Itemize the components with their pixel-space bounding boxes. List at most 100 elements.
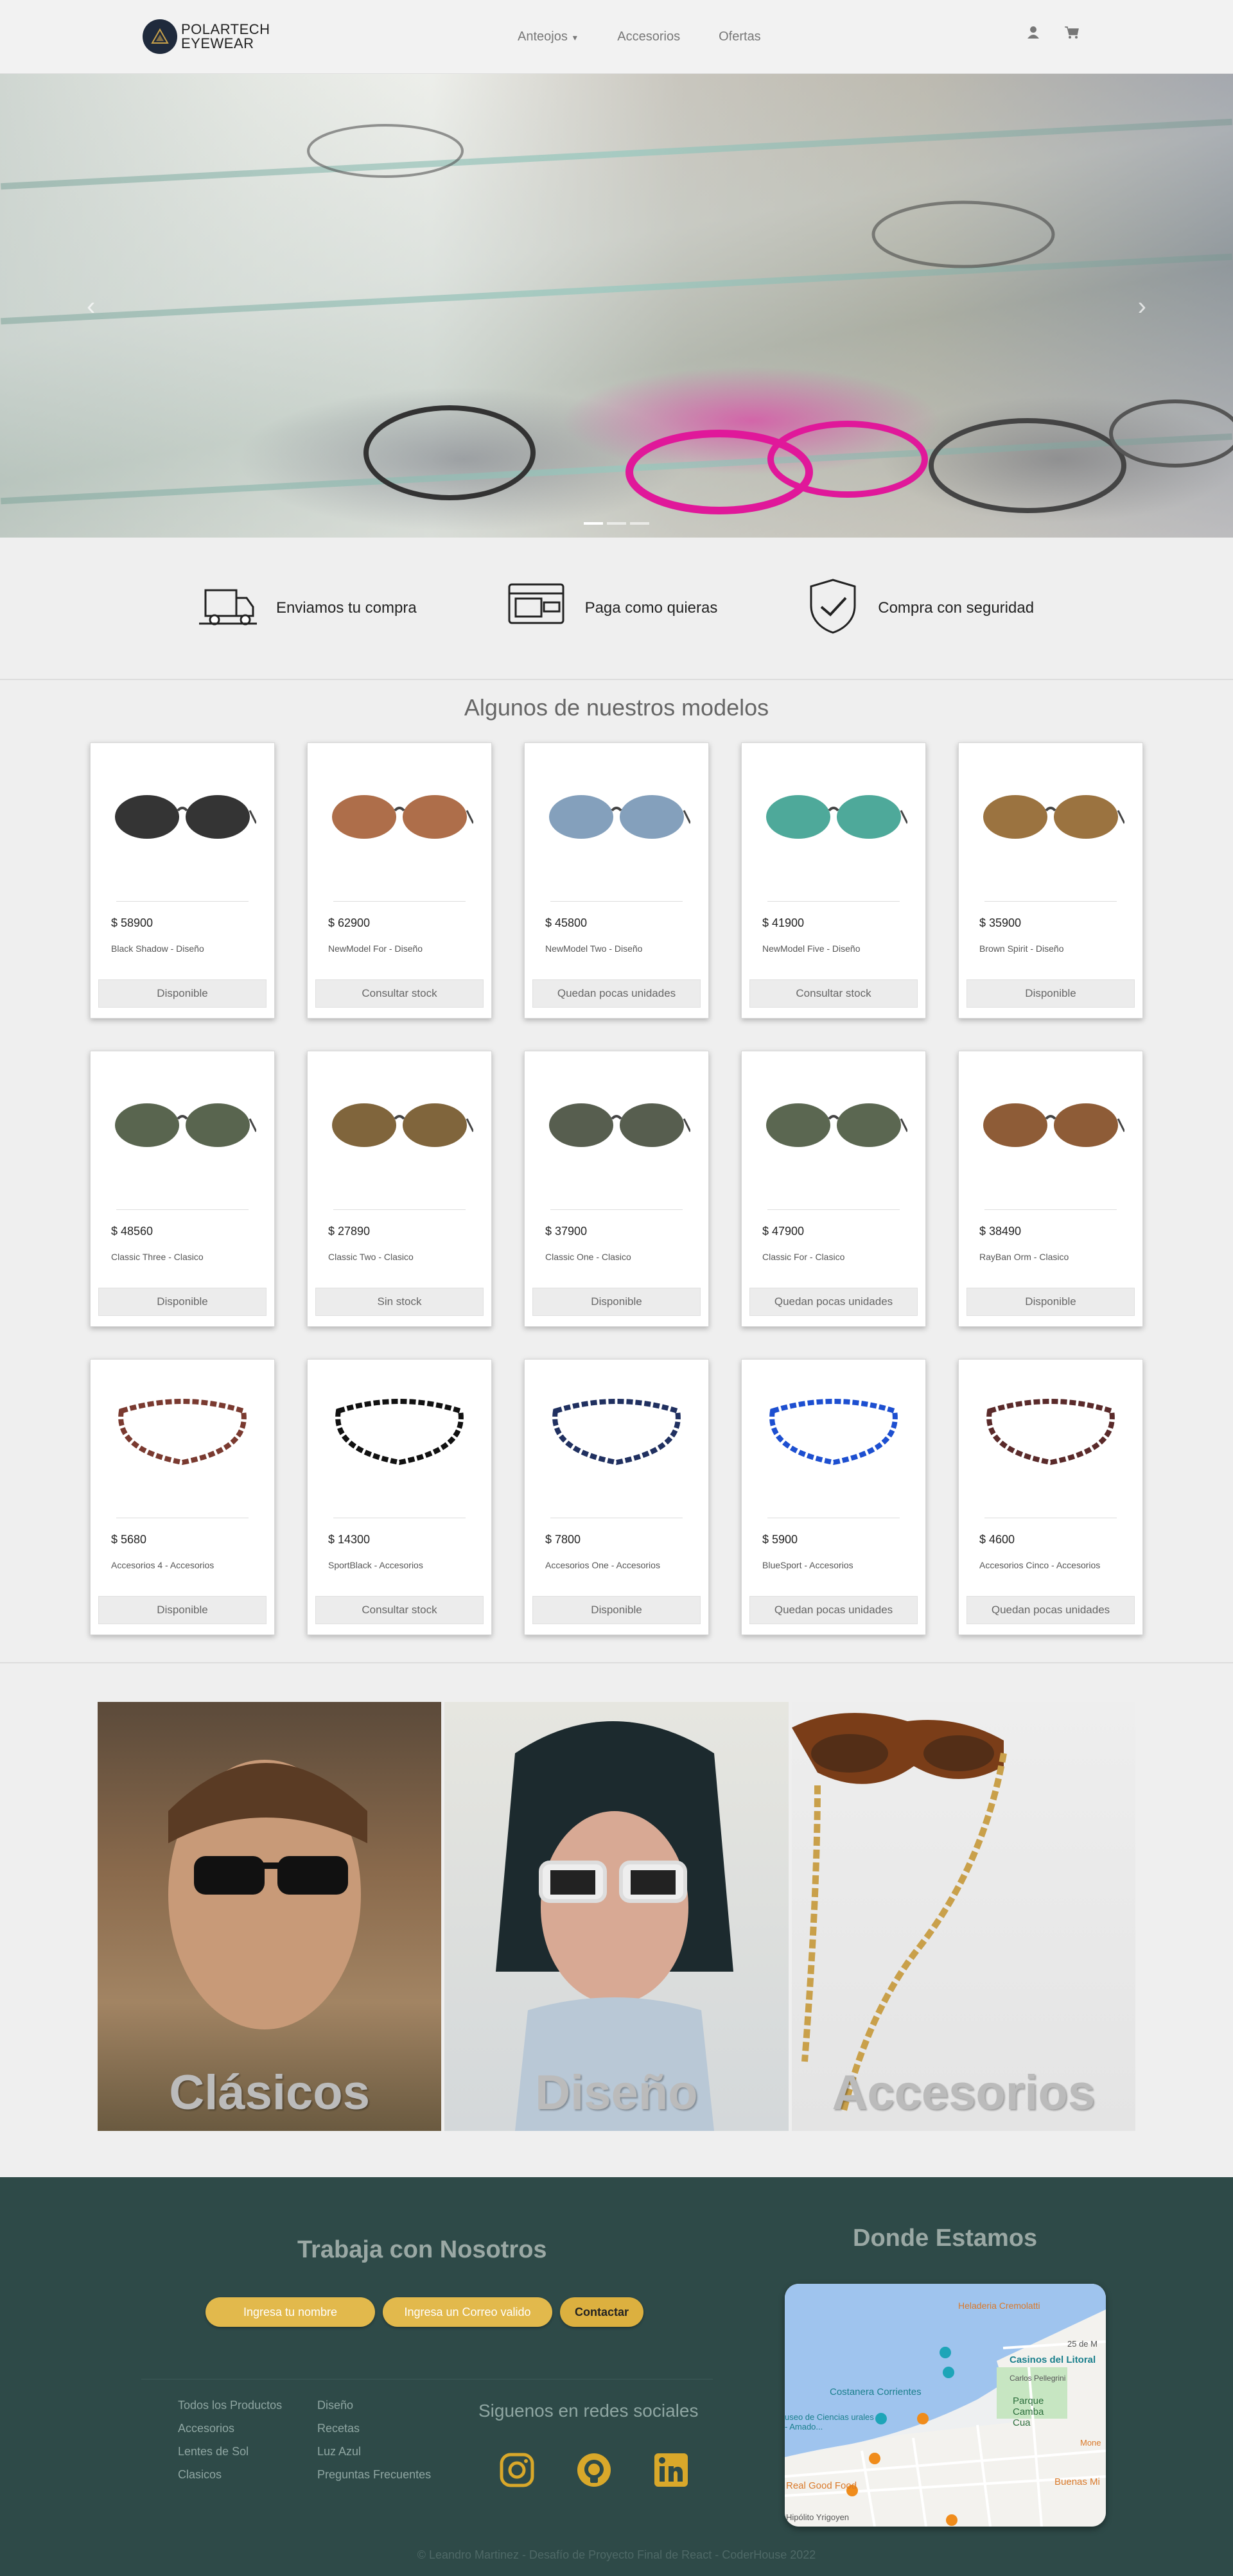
product-image[interactable] — [966, 1064, 1135, 1186]
product-image[interactable] — [966, 1372, 1135, 1494]
product-image[interactable] — [532, 1372, 701, 1494]
product-image[interactable] — [98, 756, 267, 878]
product-image[interactable] — [532, 1064, 701, 1186]
map-label: Carlos Pellegrini — [1010, 2374, 1066, 2383]
category-accesorios[interactable]: Accesorios — [791, 1702, 1135, 2131]
name-input[interactable]: Ingresa tu nombre — [206, 2297, 375, 2327]
carousel-next-icon[interactable]: › — [1138, 292, 1146, 321]
footer-link[interactable]: Luz Azul — [317, 2440, 431, 2463]
product-card[interactable]: $ 5900 BlueSport - Accesorios Quedan pocas… — [741, 1359, 926, 1635]
product-card[interactable]: $ 4600 Accesorios Cinco - Accesorios Queda… — [958, 1359, 1143, 1635]
navbar: POLARTECH EYEWEAR Anteojos ▼ Accesorios … — [0, 0, 1233, 74]
credit-card-icon — [507, 582, 566, 635]
product-image[interactable] — [749, 1064, 918, 1186]
stock-status-button[interactable]: Disponible — [966, 1288, 1135, 1316]
stock-status-button[interactable]: Disponible — [966, 979, 1135, 1008]
footer-link[interactable]: Diseño — [317, 2394, 431, 2417]
product-image[interactable] — [98, 1372, 267, 1494]
email-input[interactable]: Ingresa un Correo valido — [383, 2297, 552, 2327]
stock-status-button[interactable]: Quedan pocas unidades — [749, 1596, 918, 1624]
feature-payment: Paga como quieras — [507, 582, 718, 635]
stock-status-button[interactable]: Consultar stock — [749, 979, 918, 1008]
footer-links-col2: Diseño Recetas Luz Azul Preguntas Frecue… — [317, 2394, 431, 2486]
nav-accesorios[interactable]: Accesorios — [617, 30, 680, 44]
product-image[interactable] — [315, 756, 484, 878]
category-diseno[interactable]: Diseño — [444, 1702, 789, 2131]
product-image[interactable] — [966, 756, 1135, 878]
product-card[interactable]: $ 37900 Classic One - Clasico Disponible — [524, 1051, 709, 1327]
map-label: 25 de M — [1067, 2339, 1097, 2349]
map-label: Real Good Food — [786, 2480, 857, 2491]
product-card[interactable]: $ 41900 NewModel Five - Diseño Consultar s… — [741, 742, 926, 1019]
stock-status-button[interactable]: Disponible — [98, 1596, 267, 1624]
product-card[interactable]: $ 5680 Accesorios 4 - Accesorios Disponibl… — [90, 1359, 275, 1635]
footer-link[interactable]: Todos los Productos — [178, 2394, 282, 2417]
product-name: Classic For - Clasico — [762, 1252, 845, 1262]
brand-line1: POLARTECH — [181, 21, 270, 37]
github-icon[interactable] — [576, 2452, 612, 2491]
stock-status-button[interactable]: Disponible — [532, 1288, 701, 1316]
product-image[interactable] — [749, 1372, 918, 1494]
product-card[interactable]: $ 7800 Accesorios One - Accesorios Disponi… — [524, 1359, 709, 1635]
location-map[interactable]: Heladeria Cremolatti 25 de M Casinos del… — [785, 2284, 1106, 2527]
card-divider — [550, 1209, 683, 1210]
footer-link[interactable]: Recetas — [317, 2417, 431, 2440]
map-label: useo de Ciencias urales - Amado... — [785, 2412, 874, 2431]
nav-ofertas[interactable]: Ofertas — [719, 30, 761, 44]
product-price: $ 41900 — [762, 916, 805, 929]
divider — [0, 1662, 1233, 1663]
copyright: © Leandro Martinez - Desafío de Proyecto… — [417, 2548, 816, 2561]
product-card[interactable]: $ 35900 Brown Spirit - Diseño Disponible — [958, 742, 1143, 1019]
hero-carousel: ‹ › — [0, 74, 1233, 538]
product-card[interactable]: $ 14300 SportBlack - Accesorios Consultar … — [307, 1359, 492, 1635]
contact-button[interactable]: Contactar — [560, 2297, 643, 2327]
stock-status-button[interactable]: Disponible — [98, 979, 267, 1008]
card-divider — [333, 901, 466, 902]
nav-anteojos-dropdown[interactable]: Anteojos ▼ — [518, 30, 579, 44]
carousel-indicator[interactable] — [630, 522, 649, 525]
stock-status-button[interactable]: Quedan pocas unidades — [749, 1288, 918, 1316]
stock-status-button[interactable]: Quedan pocas unidades — [532, 979, 701, 1008]
map-label: Heladeria Cremolatti — [958, 2300, 1040, 2311]
product-card[interactable]: $ 62900 NewModel For - Diseño Consultar st… — [307, 742, 492, 1019]
category-label: Clásicos — [169, 2065, 370, 2120]
footer-link[interactable]: Accesorios — [178, 2417, 282, 2440]
carousel-indicator[interactable] — [607, 522, 626, 525]
stock-status-button[interactable]: Consultar stock — [315, 979, 484, 1008]
linkedin-icon[interactable] — [653, 2452, 689, 2491]
stock-status-button[interactable]: Consultar stock — [315, 1596, 484, 1624]
user-icon[interactable] — [1028, 26, 1039, 42]
carousel-prev-icon[interactable]: ‹ — [87, 292, 95, 321]
footer-link[interactable]: Clasicos — [178, 2463, 282, 2486]
carousel-indicator[interactable] — [584, 522, 603, 525]
product-image[interactable] — [315, 1372, 484, 1494]
footer-link[interactable]: Preguntas Frecuentes — [317, 2463, 431, 2486]
product-card[interactable]: $ 48560 Classic Three - Clasico Disponible — [90, 1051, 275, 1327]
product-image[interactable] — [749, 756, 918, 878]
stock-status-button[interactable]: Sin stock — [315, 1288, 484, 1316]
product-card[interactable]: $ 38490 RayBan Orm - Clasico Disponible — [958, 1051, 1143, 1327]
category-clasicos[interactable]: Clásicos — [98, 1702, 442, 2131]
product-image[interactable] — [315, 1064, 484, 1186]
stock-status-button[interactable]: Disponible — [532, 1596, 701, 1624]
brand-logo[interactable]: POLARTECH EYEWEAR — [143, 19, 270, 54]
cart-icon[interactable] — [1065, 26, 1079, 42]
instagram-icon[interactable] — [499, 2452, 535, 2491]
product-price: $ 7800 — [545, 1533, 581, 1546]
feature-label: Paga como quieras — [584, 599, 718, 617]
stock-status-button[interactable]: Quedan pocas unidades — [966, 1596, 1135, 1624]
stock-status-button[interactable]: Disponible — [98, 1288, 267, 1316]
product-image[interactable] — [98, 1064, 267, 1186]
product-card[interactable]: $ 45800 NewModel Two - Diseño Quedan pocas… — [524, 742, 709, 1019]
map-label: Hipólito Yrigoyen — [786, 2512, 850, 2522]
product-card[interactable]: $ 58900 Black Shadow - Diseño Disponible — [90, 742, 275, 1019]
product-name: NewModel Five - Diseño — [762, 943, 861, 954]
map-label: Parque Camba Cua — [1013, 2396, 1044, 2428]
footer-link[interactable]: Lentes de Sol — [178, 2440, 282, 2463]
product-name: BlueSport - Accesorios — [762, 1560, 853, 1570]
product-card[interactable]: $ 27890 Classic Two - Clasico Sin stock — [307, 1051, 492, 1327]
card-divider — [984, 1209, 1117, 1210]
product-card[interactable]: $ 47900 Classic For - Clasico Quedan pocas… — [741, 1051, 926, 1327]
feature-shipping: Enviamos tu compra — [198, 584, 417, 633]
product-image[interactable] — [532, 756, 701, 878]
